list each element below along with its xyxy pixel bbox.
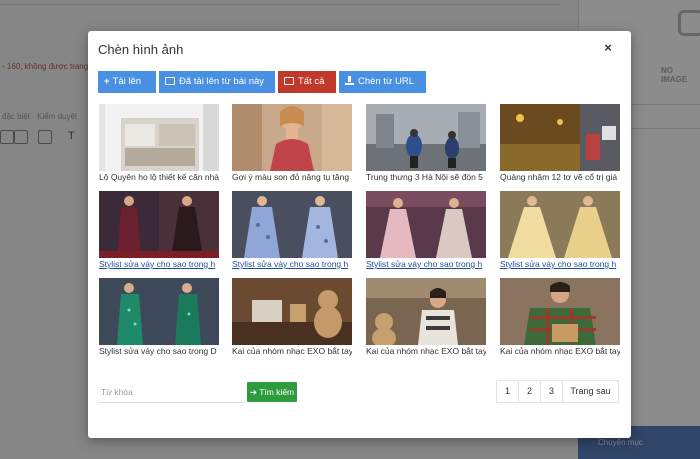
plus-icon: + [104,76,110,87]
image-caption: Stylist sửa váy cho sao trong h [232,259,349,269]
keyword-search-input[interactable] [99,382,245,403]
tab-url-label: Chèn từ URL [358,76,414,87]
house-interior-image[interactable] [99,104,219,171]
tab-all-label: Tất cả [298,76,325,87]
image-icon [284,77,294,85]
blue-dress-image[interactable] [232,191,352,258]
night-street-image[interactable] [500,104,620,171]
teddy-bear-image[interactable] [232,278,352,345]
tab-upload[interactable]: + Tải lên [98,71,156,93]
kai-plaid-shirt-image[interactable] [500,278,620,345]
gallery-item[interactable]: Stylist sửa váy cho sao trong h [99,191,219,277]
image-caption: Stylist sửa váy cho sao trong D [99,346,217,356]
tab-upload-label: Tải lên [112,76,142,87]
insert-image-modal: Chèn hình ảnh × + Tải lên Đã tải lên từ b… [88,31,631,438]
image-caption: Lộ Quyên ho lộ thiết kế căn nhà [99,172,219,182]
page-1-button[interactable]: 1 [497,381,519,402]
page-2-button[interactable]: 2 [519,381,541,402]
arrow-right-icon: ➔ [249,387,260,397]
image-icon [165,77,175,85]
pink-gown-image[interactable] [366,191,486,258]
image-caption: Kai của nhóm nhạc EXO bắt tay [500,346,620,356]
search-button-label: Tìm kiếm [259,387,295,397]
close-icon[interactable]: × [601,40,615,56]
tab-all[interactable]: Tất cả [278,71,336,93]
gallery-item[interactable]: Kai của nhóm nhạc EXO bắt tay [232,278,352,364]
gallery-item[interactable]: Trung thưng 3 Hà Nội sẽ đón 5 [366,104,486,190]
search-button[interactable]: ➔ Tìm kiếm [247,382,297,402]
gallery-item[interactable]: Stylist sửa váy cho sao trong h [232,191,352,277]
gallery-item[interactable]: Kai của nhóm nhạc EXO bắt tay [500,278,620,364]
image-caption: Gợi ý màu son đỏ nâng tụ tăng [232,172,350,182]
gallery-item[interactable]: Stylist sửa váy cho sao trong h [366,191,486,277]
gallery-item[interactable]: Quảng nhâm 12 tơ vẽ cổ trị giá [500,104,620,190]
next-page-button[interactable]: Trang sau [563,381,618,402]
tab-insert-from-url[interactable]: Chèn từ URL [339,71,426,93]
image-caption: Trung thưng 3 Hà Nội sẽ đón 5 [366,172,483,182]
model-portrait-image[interactable] [232,104,352,171]
upload-icon [345,76,354,85]
yellow-gown-image[interactable] [500,191,620,258]
page-3-button[interactable]: 3 [541,381,563,402]
gallery-item[interactable]: Gợi ý màu son đỏ nâng tụ tăng [232,104,352,190]
red-carpet-dress-image[interactable] [99,191,219,258]
green-sequin-dress-image[interactable] [99,278,219,345]
pagination: 1 2 3 Trang sau [496,380,619,403]
tab-uploaded-in-post[interactable]: Đã tải lên từ bài này [159,71,275,93]
image-caption: Stylist sửa váy cho sao trong h [500,259,617,269]
image-caption: Quảng nhâm 12 tơ vẽ cổ trị giá [500,172,618,182]
image-caption: Stylist sửa váy cho sao trong h [99,259,216,269]
modal-title: Chèn hình ảnh [98,42,184,57]
image-caption: Kai của nhóm nhạc EXO bắt tay [366,346,486,356]
street-motorbike-image[interactable] [366,104,486,171]
image-caption: Stylist sửa váy cho sao trong h [366,259,483,269]
tab-uploaded-label: Đã tải lên từ bài này [179,76,265,87]
gallery-item[interactable]: Stylist sửa váy cho sao trong h [500,191,620,277]
kai-teddy-image[interactable] [366,278,486,345]
gallery-item[interactable]: Stylist sửa váy cho sao trong D [99,278,219,364]
gallery-item[interactable]: Kai của nhóm nhạc EXO bắt tay [366,278,486,364]
gallery-item[interactable]: Lộ Quyên ho lộ thiết kế căn nhà [99,104,219,190]
image-caption: Kai của nhóm nhạc EXO bắt tay [232,346,352,356]
